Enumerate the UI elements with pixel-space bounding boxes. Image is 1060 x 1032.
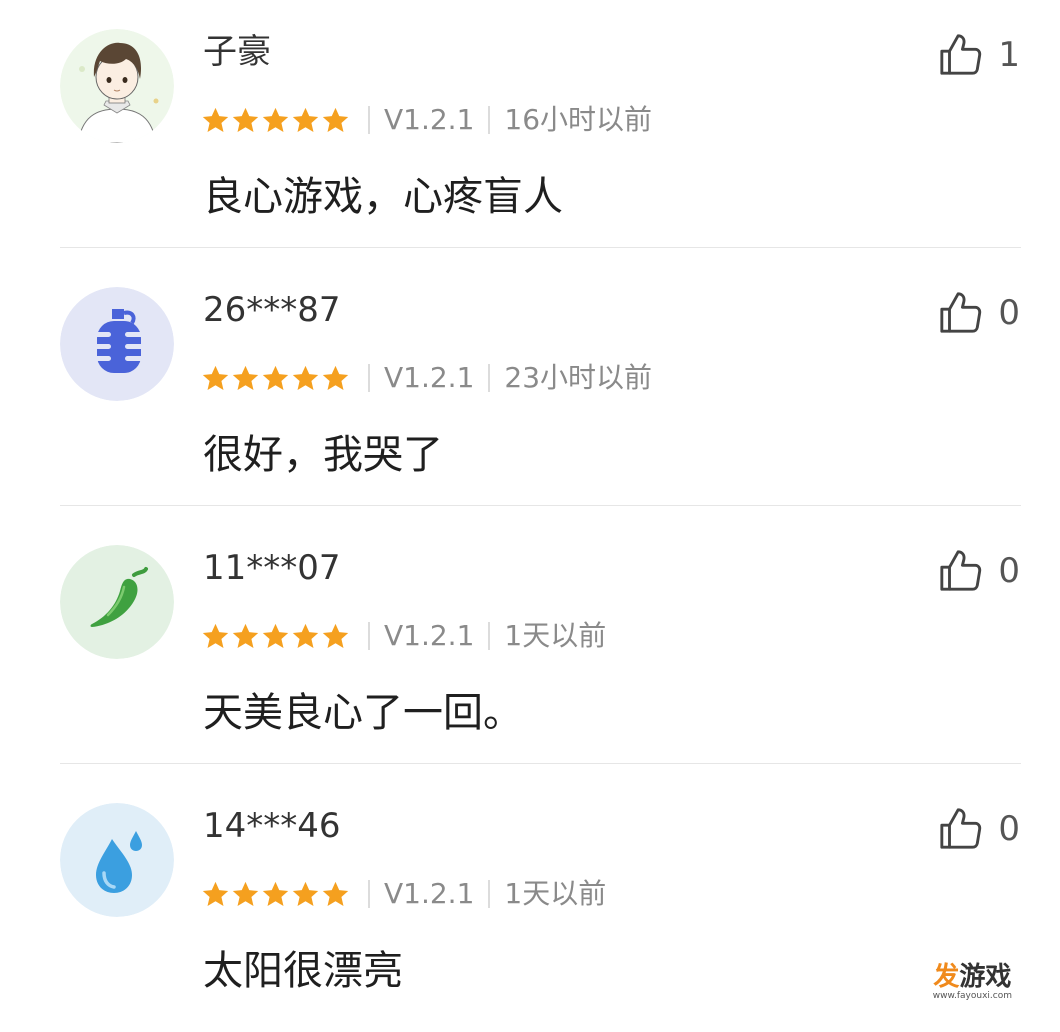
avatar[interactable] (60, 545, 174, 659)
username[interactable]: 14***46 (203, 802, 341, 850)
star-icon (262, 365, 289, 390)
review-item: 子豪 V1.2.1 16小时以前 良心游戏，心疼盲人 1 (0, 0, 1060, 258)
star-icon (262, 107, 289, 132)
avatar[interactable] (60, 803, 174, 917)
divider (60, 247, 1021, 248)
star-icon (292, 107, 319, 132)
site-watermark: 发游戏 www.fayouxi.com (933, 964, 1012, 1001)
meta-divider (488, 106, 491, 134)
watermark-logo: 发游戏 (933, 962, 1012, 992)
time-label: 16小时以前 (504, 103, 653, 136)
review-item: 26***87 V1.2.1 23小时以前 很好，我哭了 0 (0, 258, 1060, 516)
avatar[interactable] (60, 29, 174, 143)
review-meta: V1.2.1 23小时以前 (201, 358, 652, 398)
like-count: 0 (998, 293, 1020, 333)
time-label: 23小时以前 (504, 361, 653, 394)
username[interactable]: 26***87 (203, 286, 341, 334)
like-button[interactable]: 0 (938, 290, 1020, 336)
star-icon (292, 365, 319, 390)
star-rating (201, 622, 350, 651)
version-label: V1.2.1 (384, 877, 475, 910)
star-icon (232, 107, 259, 132)
time-label: 1天以前 (504, 619, 607, 652)
meta-divider (488, 880, 491, 908)
star-icon (202, 623, 229, 648)
comment-text: 天美良心了一回。 (203, 690, 523, 736)
comment-text: 很好，我哭了 (203, 432, 443, 478)
divider (60, 505, 1021, 506)
divider (60, 763, 1021, 764)
meta-divider (368, 364, 370, 392)
like-button[interactable]: 0 (938, 548, 1020, 594)
avatar[interactable] (60, 287, 174, 401)
star-icon (322, 881, 349, 906)
star-icon (292, 623, 319, 648)
meta-divider (368, 106, 370, 134)
star-icon (202, 365, 229, 390)
star-icon (202, 881, 229, 906)
like-button[interactable]: 0 (938, 806, 1020, 852)
comment-text: 良心游戏，心疼盲人 (203, 174, 563, 220)
grenade-icon (60, 287, 174, 401)
version-label: V1.2.1 (384, 103, 475, 136)
username[interactable]: 11***07 (203, 544, 341, 592)
star-icon (262, 881, 289, 906)
star-icon (262, 623, 289, 648)
like-button[interactable]: 1 (938, 32, 1020, 78)
thumbs-up-icon (940, 34, 982, 75)
time-label: 1天以前 (504, 877, 607, 910)
meta-divider (488, 622, 491, 650)
review-meta: V1.2.1 1天以前 (201, 874, 606, 914)
like-count: 0 (998, 551, 1020, 591)
boy-portrait-icon (60, 29, 174, 143)
review-meta: V1.2.1 1天以前 (201, 616, 606, 656)
star-rating (201, 364, 350, 393)
star-rating (201, 880, 350, 909)
review-item: 14***46 V1.2.1 1天以前 太阳很漂亮 0 (0, 774, 1060, 1032)
meta-divider (368, 880, 370, 908)
version-label: V1.2.1 (384, 361, 475, 394)
like-count: 0 (998, 809, 1020, 849)
star-icon (292, 881, 319, 906)
version-label: V1.2.1 (384, 619, 475, 652)
review-item: 11***07 V1.2.1 1天以前 天美良心了一回。 0 (0, 516, 1060, 774)
star-icon (322, 623, 349, 648)
water-drop-icon (60, 803, 174, 917)
review-meta: V1.2.1 16小时以前 (201, 100, 652, 140)
star-icon (232, 365, 259, 390)
star-rating (201, 106, 350, 135)
star-icon (202, 107, 229, 132)
meta-divider (368, 622, 370, 650)
meta-divider (488, 364, 491, 392)
watermark-url: www.fayouxi.com (932, 991, 1012, 1001)
chili-pepper-icon (60, 545, 174, 659)
star-icon (232, 881, 259, 906)
star-icon (322, 107, 349, 132)
star-icon (232, 623, 259, 648)
thumbs-up-icon (940, 292, 982, 333)
star-icon (322, 365, 349, 390)
like-count: 1 (998, 35, 1020, 75)
thumbs-up-icon (940, 808, 982, 849)
thumbs-up-icon (940, 550, 982, 591)
username[interactable]: 子豪 (203, 28, 271, 76)
comment-text: 太阳很漂亮 (203, 948, 403, 994)
